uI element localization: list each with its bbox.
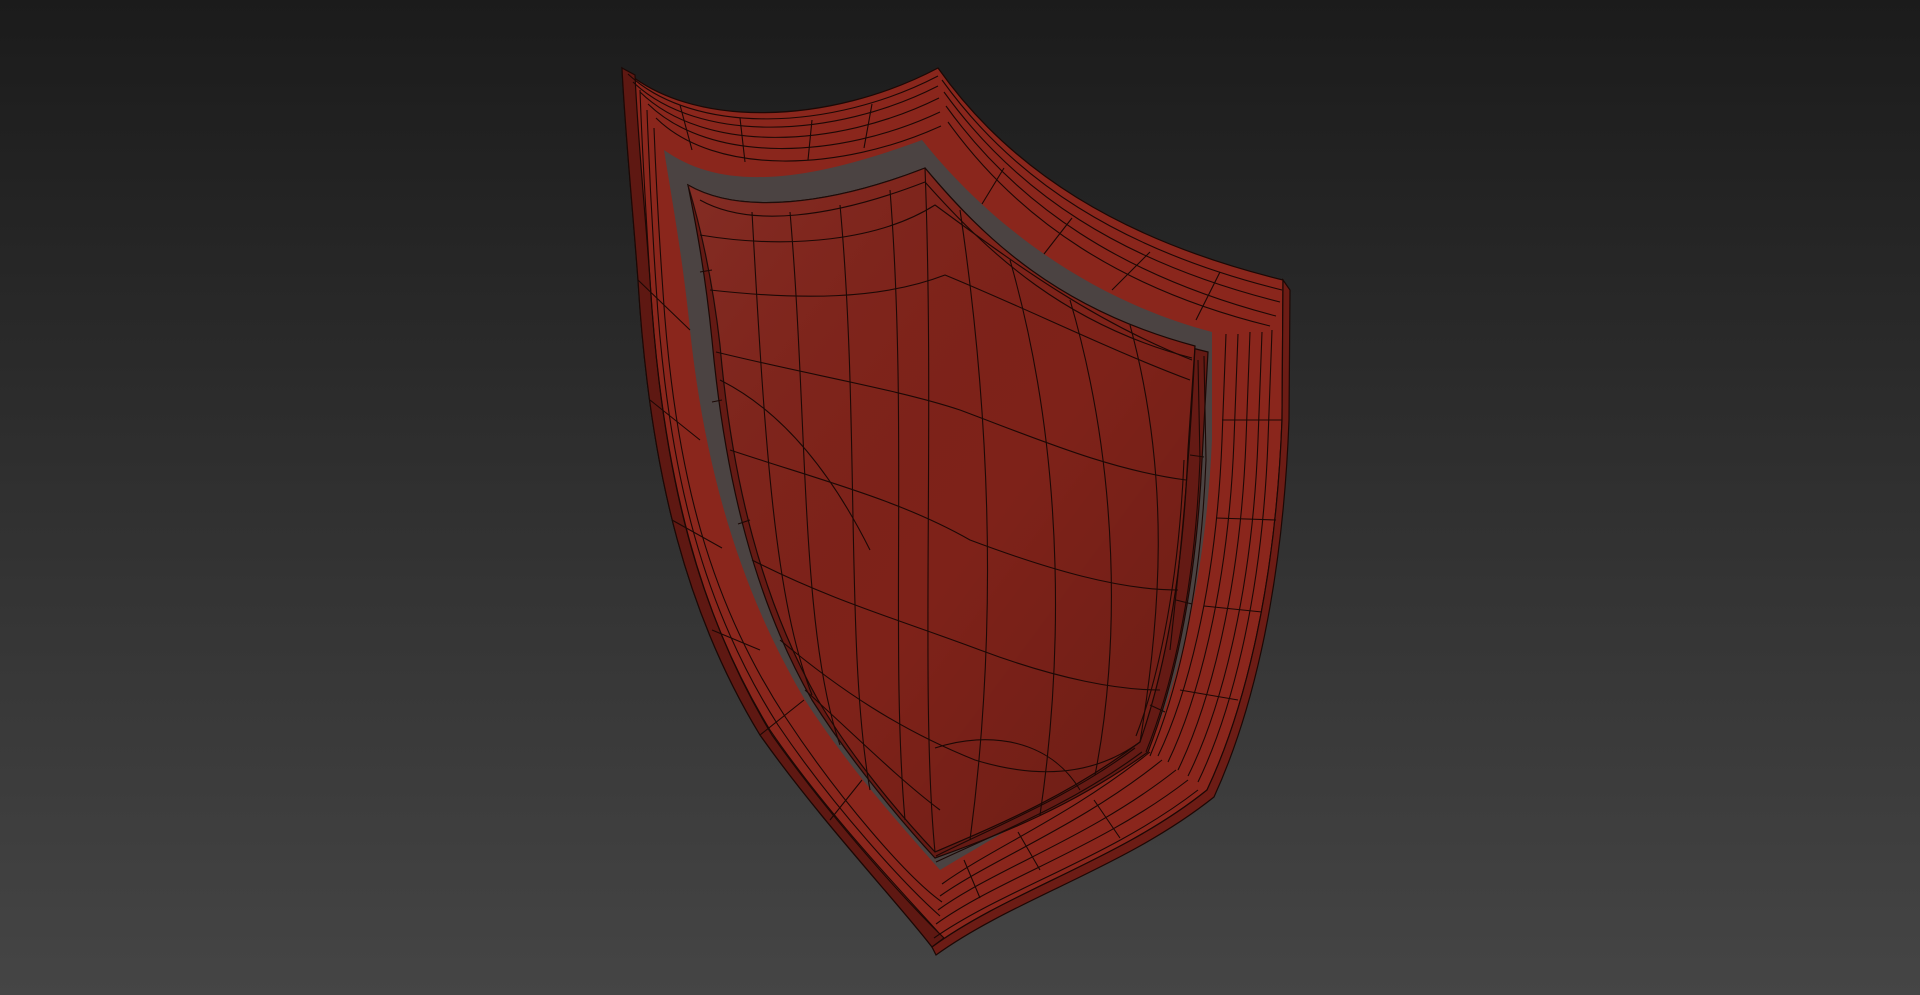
3d-viewport[interactable] <box>0 0 1920 995</box>
viewport-canvas <box>0 0 1920 995</box>
